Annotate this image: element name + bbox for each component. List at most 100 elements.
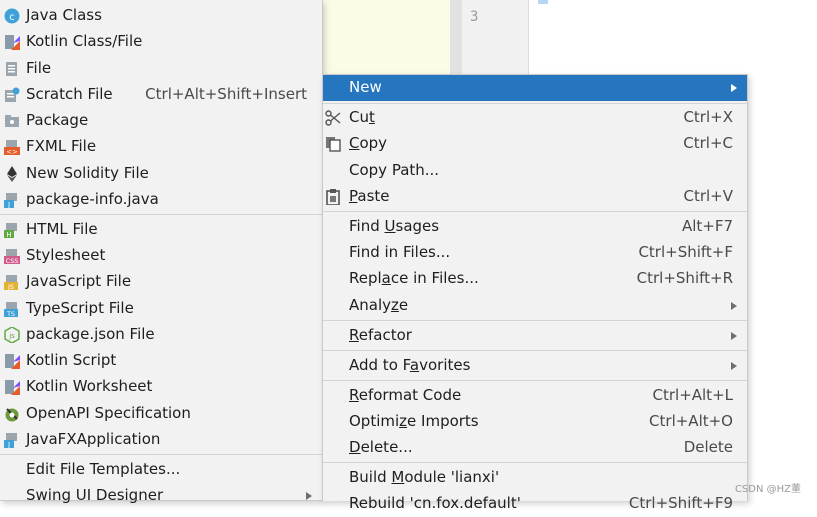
menu-separator <box>323 320 747 321</box>
svg-text:JS: JS <box>7 283 14 290</box>
menu-item-label: package.json File <box>26 325 155 343</box>
menu-item-label: Java Class <box>26 6 102 24</box>
svg-text:J: J <box>7 201 10 208</box>
menu-item-fxml-file[interactable]: <> FXML File <box>0 134 322 160</box>
menu-item-optimize-imports[interactable]: Optimize Imports Ctrl+Alt+O <box>323 409 747 435</box>
line-number: 3 <box>470 9 479 25</box>
menu-item-label: Package <box>26 111 89 129</box>
menu-item-label: JavaScript File <box>26 272 132 290</box>
menu-item-refactor[interactable]: Refactor <box>323 323 747 349</box>
menu-item-shortcut: Alt+F7 <box>681 217 733 235</box>
menu-item-swing-ui-designer[interactable]: Swing UI Designer <box>0 483 322 509</box>
menu-item-replace-in-files[interactable]: Replace in Files... Ctrl+Shift+R <box>323 266 747 292</box>
menu-item-java-class[interactable]: c Java Class <box>0 3 322 29</box>
js-file-icon: JS <box>4 274 20 291</box>
menu-item-javafx-application[interactable]: J JavaFXApplication <box>0 427 322 453</box>
menu-item-copy-path[interactable]: Copy Path... <box>323 158 747 184</box>
menu-item-add-to-favorites[interactable]: Add to Favorites <box>323 353 747 379</box>
menu-item-typescript-file[interactable]: TS TypeScript File <box>0 296 322 322</box>
new-submenu: c Java Class Kotlin Class/File File Scra… <box>0 0 323 504</box>
kotlin-script-icon <box>4 353 20 369</box>
menu-item-label: Paste <box>349 187 390 205</box>
menu-item-label: Edit File Templates... <box>26 460 181 478</box>
copy-icon <box>325 136 341 152</box>
svg-text:<>: <> <box>6 148 18 155</box>
ts-file-icon: TS <box>4 301 20 318</box>
menu-item-find-in-files[interactable]: Find in Files... Ctrl+Shift+F <box>323 240 747 266</box>
menu-item-label: File <box>26 59 52 77</box>
menu-item-scratch-file[interactable]: Scratch File Ctrl+Alt+Shift+Insert <box>0 82 322 108</box>
menu-item-new[interactable]: New <box>323 75 747 101</box>
menu-item-rebuild[interactable]: Rebuild 'cn.fox.default' Ctrl+Shift+F9 <box>323 491 747 517</box>
menu-item-file[interactable]: File <box>0 56 322 82</box>
menu-item-delete[interactable]: Delete... Delete <box>323 435 747 461</box>
menu-item-label: Kotlin Worksheet <box>26 377 153 395</box>
openapi-icon <box>4 406 20 422</box>
menu-item-analyze[interactable]: Analyze <box>323 293 747 319</box>
menu-item-shortcut: Ctrl+X <box>683 108 733 126</box>
html-file-icon: H <box>4 222 20 239</box>
menu-item-build-module[interactable]: Build Module 'lianxi' <box>323 465 747 491</box>
java-class-icon: c <box>4 8 20 24</box>
menu-item-package-json[interactable]: js package.json File <box>0 322 322 348</box>
menu-item-label: Kotlin Class/File <box>26 32 143 50</box>
submenu-arrow-icon <box>731 332 737 340</box>
scratch-file-icon <box>4 87 20 103</box>
menu-item-openapi[interactable]: OpenAPI Specification <box>0 401 322 427</box>
menu-item-label: New <box>349 78 382 96</box>
scissors-icon <box>325 110 341 126</box>
kotlin-icon <box>4 34 20 50</box>
menu-item-html-file[interactable]: H HTML File <box>0 217 322 243</box>
svg-text:c: c <box>9 12 15 23</box>
menu-item-kotlin-worksheet[interactable]: Kotlin Worksheet <box>0 374 322 400</box>
menu-item-package-info[interactable]: J package-info.java <box>0 187 322 213</box>
menu-item-paste[interactable]: Paste Ctrl+V <box>323 184 747 210</box>
menu-item-new-solidity-file[interactable]: New Solidity File <box>0 161 322 187</box>
menu-item-shortcut: Ctrl+Alt+Shift+Insert <box>145 85 307 103</box>
menu-item-label: Find Usages <box>349 217 440 235</box>
menu-item-label: Build Module 'lianxi' <box>349 468 500 486</box>
menu-item-kotlin-script[interactable]: Kotlin Script <box>0 348 322 374</box>
clipboard-icon <box>325 189 341 206</box>
fxml-file-icon: <> <box>4 139 20 156</box>
menu-item-reformat-code[interactable]: Reformat Code Ctrl+Alt+L <box>323 383 747 409</box>
menu-item-edit-file-templates[interactable]: Edit File Templates... <box>0 457 322 483</box>
menu-item-javascript-file[interactable]: JS JavaScript File <box>0 269 322 295</box>
menu-separator <box>0 214 322 215</box>
submenu-arrow-icon <box>731 362 737 370</box>
menu-item-label: New Solidity File <box>26 164 149 182</box>
menu-item-shortcut: Ctrl+Alt+O <box>649 412 733 430</box>
submenu-arrow-icon <box>731 84 737 92</box>
menu-item-shortcut: Ctrl+Shift+R <box>636 269 733 287</box>
menu-separator <box>323 211 747 212</box>
menu-item-label: Delete... <box>349 438 413 456</box>
menu-item-label: Reformat Code <box>349 386 462 404</box>
submenu-arrow-icon <box>731 302 737 310</box>
menu-item-label: Add to Favorites <box>349 356 471 374</box>
menu-item-stylesheet[interactable]: CSS Stylesheet <box>0 243 322 269</box>
file-icon <box>4 61 20 77</box>
menu-item-label: Copy <box>349 134 388 152</box>
css-file-icon: CSS <box>4 248 20 265</box>
menu-item-label: package-info.java <box>26 190 159 208</box>
kotlin-worksheet-icon <box>4 379 20 395</box>
menu-item-label: HTML File <box>26 220 98 238</box>
watermark: CSDN @HZ董 <box>734 484 801 495</box>
menu-item-shortcut: Ctrl+C <box>683 134 733 152</box>
menu-item-shortcut: Ctrl+Shift+F <box>638 243 733 261</box>
solidity-icon <box>4 166 20 182</box>
menu-item-shortcut: Ctrl+Shift+F9 <box>628 494 733 512</box>
nodejs-icon: js <box>4 326 20 344</box>
menu-separator <box>323 462 747 463</box>
menu-item-label: Scratch File <box>26 85 113 103</box>
menu-item-label: Cut <box>349 108 375 126</box>
editor-area <box>322 0 450 74</box>
svg-text:J: J <box>7 441 10 448</box>
java-file-icon: J <box>4 192 20 209</box>
menu-item-find-usages[interactable]: Find Usages Alt+F7 <box>323 214 747 240</box>
menu-item-kotlin-class[interactable]: Kotlin Class/File <box>0 29 322 55</box>
menu-item-cut[interactable]: Cut Ctrl+X <box>323 105 747 131</box>
text-caret <box>538 0 548 4</box>
menu-item-copy[interactable]: Copy Ctrl+C <box>323 131 747 157</box>
menu-item-package[interactable]: Package <box>0 108 322 134</box>
